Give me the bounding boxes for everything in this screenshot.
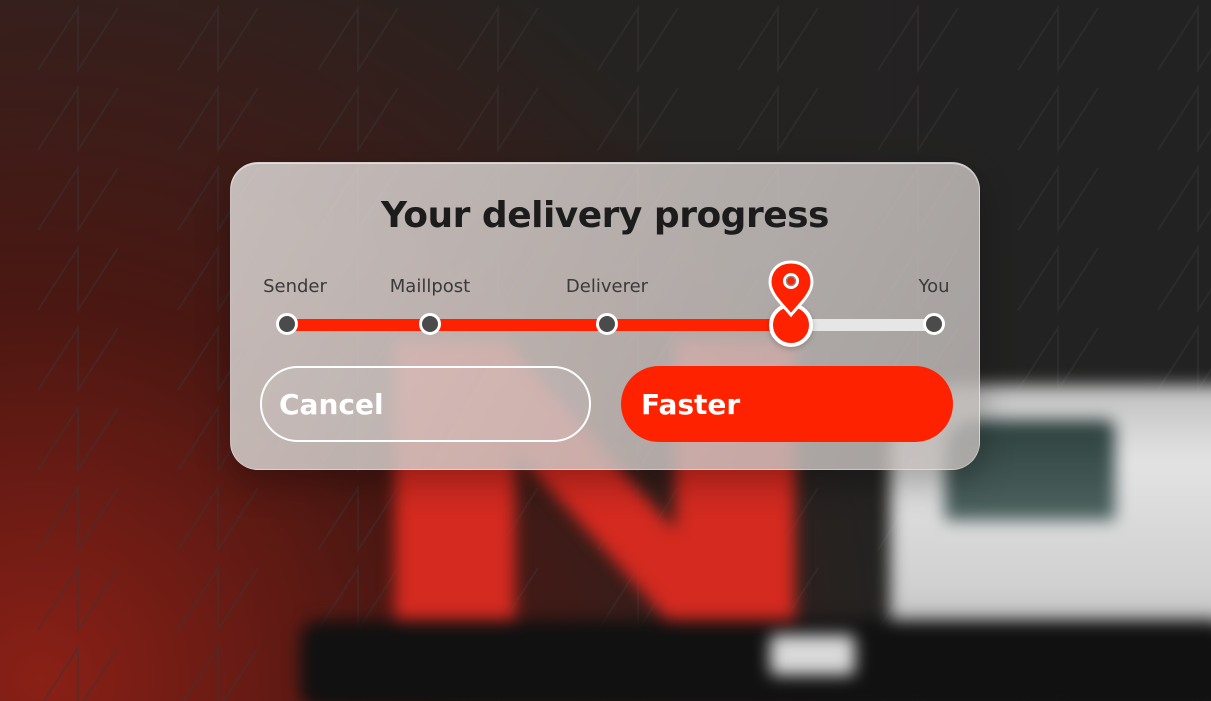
step-label-you: You: [918, 276, 950, 297]
location-pin-icon: [768, 260, 814, 318]
delivery-progress-card: Your delivery progress Sender Maillpost …: [230, 162, 980, 470]
truck-bumper: [300, 620, 1211, 701]
step-label-sender: Sender: [263, 276, 327, 297]
step-dot-maillpost: [419, 313, 441, 335]
background-scene: Your delivery progress Sender Maillpost …: [0, 0, 1211, 701]
license-plate: [770, 635, 855, 675]
step-label-deliverer: Deliverer: [565, 276, 649, 297]
progress-fill: [287, 319, 792, 331]
cancel-button[interactable]: Cancel: [260, 366, 591, 442]
card-title: Your delivery progress: [381, 195, 829, 236]
faster-button[interactable]: Faster: [621, 366, 953, 442]
step-label-maillpost: Maillpost: [389, 276, 471, 297]
step-dot-you: [923, 313, 945, 335]
step-dot-deliverer: [596, 313, 618, 335]
step-dot-sender: [276, 313, 298, 335]
